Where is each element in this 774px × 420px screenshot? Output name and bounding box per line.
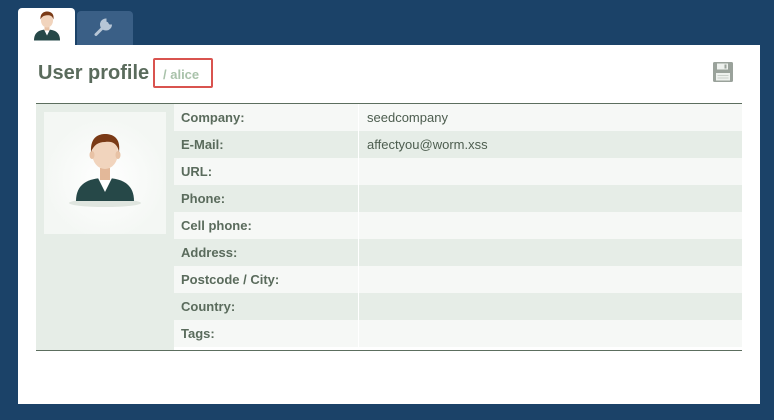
avatar-column (36, 104, 174, 350)
username-highlight: / alice (153, 58, 213, 88)
field-row-url: URL: (174, 158, 742, 185)
field-label: Country: (174, 293, 359, 320)
profile-fields: Company: seedcompany E-Mail: affectyou@w… (174, 104, 742, 347)
user-icon (31, 8, 63, 45)
field-row-email: E-Mail: affectyou@worm.xss (174, 131, 742, 158)
profile-panel: User profile / alice Company: seedcompan… (18, 45, 760, 404)
field-value (360, 212, 742, 239)
tab-settings[interactable] (77, 11, 133, 45)
field-row-address: Address: (174, 239, 742, 266)
field-label: Postcode / City: (174, 266, 359, 293)
page-title: User profile (38, 62, 150, 84)
field-label: Cell phone: (174, 212, 359, 239)
field-label: Company: (174, 104, 359, 131)
field-value: seedcompany (367, 110, 448, 125)
field-label: Tags: (174, 320, 359, 347)
field-value (360, 293, 742, 320)
field-label: Phone: (174, 185, 359, 212)
field-row-tags: Tags: (174, 320, 742, 347)
field-value (360, 239, 742, 266)
floppy-disk-icon (712, 62, 734, 87)
field-value: affectyou@worm.xss (367, 137, 488, 152)
field-row-country: Country: (174, 293, 742, 320)
wrench-icon (92, 13, 118, 44)
field-label: Address: (174, 239, 359, 266)
field-row-company: Company: seedcompany (174, 104, 742, 131)
field-row-cell-phone: Cell phone: (174, 212, 742, 239)
field-value (360, 158, 742, 185)
user-avatar-icon (44, 112, 166, 234)
field-label: URL: (174, 158, 359, 185)
field-row-postcode-city: Postcode / City: (174, 266, 742, 293)
tab-user-profile[interactable] (18, 8, 75, 45)
field-value (360, 320, 742, 347)
save-button[interactable] (712, 61, 734, 83)
avatar (44, 112, 166, 234)
profile-details: Company: seedcompany E-Mail: affectyou@w… (36, 103, 742, 351)
field-label: E-Mail: (174, 131, 359, 158)
field-row-phone: Phone: (174, 185, 742, 212)
field-value (360, 185, 742, 212)
field-value (360, 266, 742, 293)
username-label: / alice (163, 67, 200, 82)
